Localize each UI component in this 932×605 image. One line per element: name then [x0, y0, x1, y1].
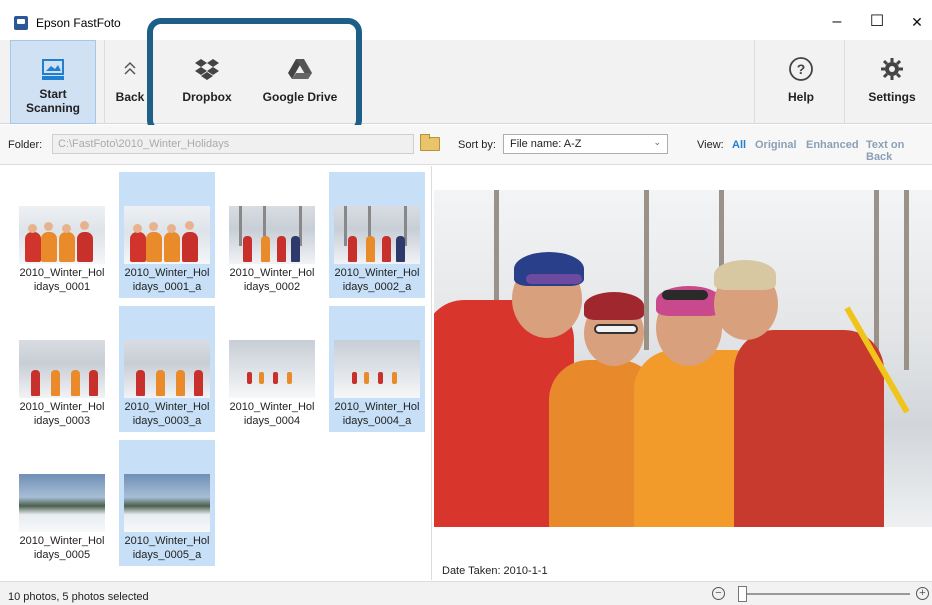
photo-thumbnail	[124, 474, 210, 532]
thumbnail-caption: 2010_Winter_Hol idays_0002_a	[334, 267, 420, 293]
folder-browse-icon[interactable]	[420, 134, 440, 151]
photo-thumbnail	[19, 474, 105, 532]
view-text-on-back-tab[interactable]: Text on Back	[866, 139, 932, 163]
status-bar: 10 photos, 5 photos selected − +	[0, 581, 932, 605]
thumbnail-caption: 2010_Winter_Hol idays_0005_a	[124, 535, 210, 561]
photo-thumbnail	[229, 206, 315, 264]
thumbnail-item[interactable]: 2010_Winter_Hol idays_0004	[224, 306, 320, 432]
thumbnail-item[interactable]: 2010_Winter_Hol idays_0001_a	[119, 172, 215, 298]
help-icon: ?	[789, 57, 813, 81]
thumbnail-item[interactable]: 2010_Winter_Hol idays_0004_a	[329, 306, 425, 432]
close-button[interactable]: ✕	[902, 12, 932, 32]
photo-thumbnail	[229, 340, 315, 398]
zoom-in-icon[interactable]: +	[916, 587, 929, 600]
sort-selected-value: File name: A-Z	[510, 138, 582, 150]
photo-thumbnail	[124, 206, 210, 264]
svg-text:?: ?	[797, 61, 806, 77]
ribbon-divider	[104, 40, 105, 124]
thumbnail-caption: 2010_Winter_Hol idays_0001_a	[124, 267, 210, 293]
selection-status: 10 photos, 5 photos selected	[8, 591, 149, 603]
start-scanning-button[interactable]: Start Scanning	[10, 40, 96, 124]
start-scanning-label: Start Scanning	[25, 87, 80, 115]
photo-thumbnail	[124, 340, 210, 398]
scanner-icon	[42, 59, 64, 80]
chevron-down-icon: ⌄	[653, 137, 661, 147]
zoom-slider-handle[interactable]	[738, 586, 747, 602]
view-original-tab[interactable]: Original	[755, 139, 797, 151]
thumbnail-item[interactable]: 2010_Winter_Hol idays_0002	[224, 172, 320, 298]
thumbnail-item[interactable]: 2010_Winter_Hol idays_0005_a	[119, 440, 215, 566]
thumbnail-item[interactable]: 2010_Winter_Hol idays_0003_a	[119, 306, 215, 432]
ribbon-toolbar: Start Scanning Back Dropbox Google Drive…	[0, 40, 932, 124]
window-title: Epson FastFoto	[36, 16, 121, 30]
help-button[interactable]: ? Help	[770, 40, 832, 124]
thumbnail-item[interactable]: 2010_Winter_Hol idays_0005	[14, 440, 110, 566]
thumbnail-caption: 2010_Winter_Hol idays_0005	[19, 535, 105, 561]
thumbnail-caption: 2010_Winter_Hol idays_0004_a	[334, 401, 420, 427]
photo-thumbnail	[19, 206, 105, 264]
preview-panel: Date Taken: 2010-1-1	[433, 166, 932, 580]
zoom-out-icon[interactable]: −	[712, 587, 725, 600]
minimize-button[interactable]: –	[822, 12, 852, 32]
photo-thumbnail	[334, 340, 420, 398]
thumbnail-panel: 2010_Winter_Hol idays_0001 2010_Winter_H…	[0, 166, 432, 580]
thumbnail-item[interactable]: 2010_Winter_Hol idays_0001	[14, 172, 110, 298]
thumbnail-caption: 2010_Winter_Hol idays_0004	[229, 401, 315, 427]
app-icon	[14, 16, 28, 30]
chevron-up-icon	[124, 61, 136, 75]
zoom-slider-track[interactable]	[738, 593, 910, 595]
settings-button[interactable]: Settings	[856, 40, 928, 124]
photo-thumbnail	[334, 206, 420, 264]
sort-dropdown[interactable]: File name: A-Z ⌄	[503, 134, 668, 154]
thumbnail-caption: 2010_Winter_Hol idays_0001	[19, 267, 105, 293]
settings-label: Settings	[868, 90, 916, 104]
folder-label: Folder:	[8, 139, 43, 151]
gear-icon	[881, 58, 903, 80]
view-enhanced-tab[interactable]: Enhanced	[806, 139, 859, 151]
photo-thumbnail	[19, 340, 105, 398]
thumbnail-caption: 2010_Winter_Hol idays_0003_a	[124, 401, 210, 427]
ribbon-divider	[754, 40, 755, 124]
maximize-button[interactable]: ☐	[862, 12, 892, 32]
preview-photo	[434, 190, 932, 527]
help-label: Help	[787, 90, 814, 104]
thumbnail-item[interactable]: 2010_Winter_Hol idays_0002_a	[329, 172, 425, 298]
folder-bar: Folder: C:\FastFoto\2010_Winter_Holidays…	[0, 125, 932, 165]
thumbnail-item[interactable]: 2010_Winter_Hol idays_0003	[14, 306, 110, 432]
view-all-tab[interactable]: All	[732, 139, 746, 151]
date-taken-label: Date Taken: 2010-1-1	[442, 565, 548, 577]
sort-label: Sort by:	[458, 139, 496, 151]
cloud-services-highlight-frame	[147, 18, 362, 134]
folder-path-field[interactable]: C:\FastFoto\2010_Winter_Holidays	[52, 134, 414, 154]
thumbnail-caption: 2010_Winter_Hol idays_0003	[19, 401, 105, 427]
ribbon-divider	[844, 40, 845, 124]
title-bar: Epson FastFoto – ☐ ✕	[0, 0, 932, 40]
thumbnail-caption: 2010_Winter_Hol idays_0002	[229, 267, 315, 293]
view-label: View:	[697, 139, 724, 151]
